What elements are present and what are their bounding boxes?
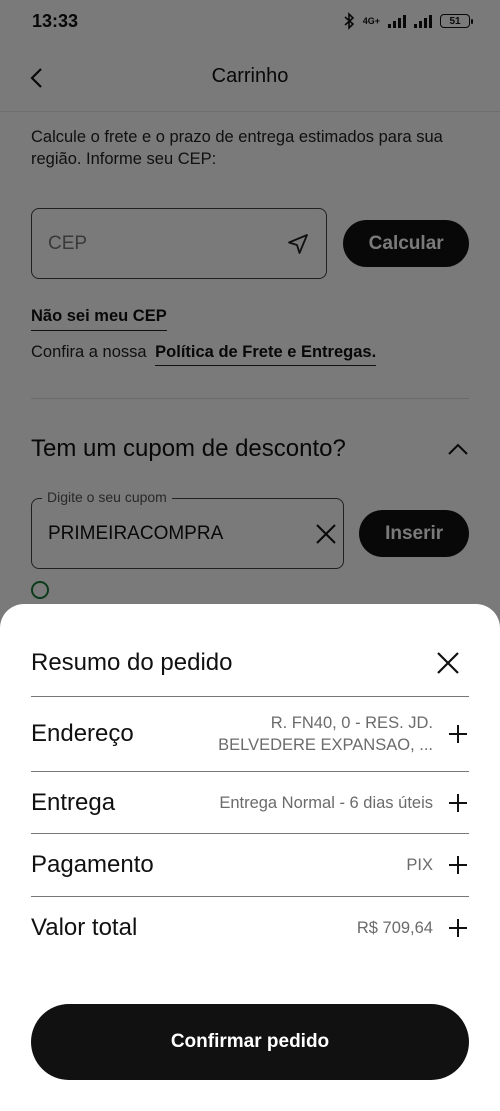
app-header: Carrinho <box>0 42 500 112</box>
back-button[interactable] <box>22 64 50 92</box>
cart-content: Calcule o frete e o prazo de entrega est… <box>0 112 500 599</box>
coupon-row: Digite o seu cupom PRIMEIRACOMPRA Inseri… <box>31 489 469 569</box>
close-icon <box>437 652 459 674</box>
bluetooth-icon <box>344 12 354 30</box>
policy-prefix: Confira a nossa <box>31 343 147 361</box>
summary-row-delivery[interactable]: Entrega Entrega Normal - 6 dias úteis <box>31 771 469 833</box>
policy-line: Confira a nossa Política de Frete e Entr… <box>31 343 469 366</box>
network-type-label: 4G+ <box>362 16 380 26</box>
cep-input[interactable]: CEP <box>31 208 328 279</box>
cep-row: CEP Calcular <box>31 208 469 279</box>
status-bar: 13:33 4G+ 51 <box>0 0 500 42</box>
total-label: Valor total <box>31 913 138 941</box>
delivery-label: Entrega <box>31 788 116 816</box>
address-value: R. FN40, 0 - RES. JD. BELVEDERE EXPANSAO… <box>218 712 433 756</box>
summary-row-total[interactable]: Valor total R$ 709,64 <box>31 896 469 958</box>
policy-link[interactable]: Política de Frete e Entregas. <box>155 343 377 366</box>
delivery-right: Entrega Normal - 6 dias úteis <box>219 792 469 814</box>
plus-icon[interactable] <box>447 854 469 876</box>
signal-icon-2 <box>414 14 432 28</box>
sheet-title: Resumo do pedido <box>31 649 233 676</box>
unknown-cep-link[interactable]: Não sei meu CEP <box>31 307 167 331</box>
signal-icon <box>388 14 406 28</box>
total-value: R$ 709,64 <box>356 918 433 937</box>
summary-list: Endereço R. FN40, 0 - RES. JD. BELVEDERE… <box>31 696 469 958</box>
screen: 13:33 4G+ 51 Carrinho Calcule o frete e … <box>0 0 500 1111</box>
coupon-value: PRIMEIRACOMPRA <box>48 522 224 544</box>
battery-level: 51 <box>449 15 461 27</box>
summary-row-address[interactable]: Endereço R. FN40, 0 - RES. JD. BELVEDERE… <box>31 696 469 771</box>
coupon-section-header[interactable]: Tem um cupom de desconto? <box>31 435 469 463</box>
address-line-2: BELVEDERE EXPANSAO, ... <box>218 736 433 754</box>
address-line-1: R. FN40, 0 - RES. JD. <box>270 714 433 732</box>
location-arrow-icon[interactable] <box>286 232 310 256</box>
cep-placeholder: CEP <box>48 232 88 254</box>
check-circle-icon <box>31 581 49 599</box>
confirm-order-button[interactable]: Confirmar pedido <box>31 1004 469 1080</box>
insert-coupon-button[interactable]: Inserir <box>359 510 469 557</box>
freight-description: Calcule o frete e o prazo de entrega est… <box>31 128 443 168</box>
coupon-heading: Tem um cupom de desconto? <box>31 435 346 462</box>
payment-value: PIX <box>406 856 433 874</box>
payment-label: Pagamento <box>31 851 154 878</box>
clear-icon[interactable] <box>313 521 339 547</box>
battery-icon: 51 <box>440 14 473 28</box>
total-right: R$ 709,64 <box>357 917 469 939</box>
address-label: Endereço <box>31 720 134 747</box>
close-button[interactable] <box>431 646 465 680</box>
summary-row-payment[interactable]: Pagamento PIX <box>31 833 469 896</box>
status-time: 13:33 <box>32 10 79 31</box>
chevron-left-icon <box>30 68 42 88</box>
divider <box>31 398 469 399</box>
delivery-value: Entrega Normal - 6 dias úteis <box>219 793 433 812</box>
plus-icon[interactable] <box>447 917 469 939</box>
status-icons: 4G+ 51 <box>343 12 473 30</box>
address-right: R. FN40, 0 - RES. JD. BELVEDERE EXPANSAO… <box>218 712 469 756</box>
calculate-button[interactable]: Calcular <box>343 220 469 267</box>
plus-icon[interactable] <box>447 792 469 814</box>
plus-icon[interactable] <box>447 723 469 745</box>
coupon-field-label: Digite o seu cupom <box>42 489 172 505</box>
page-title: Carrinho <box>211 65 289 87</box>
payment-right: PIX <box>406 854 469 876</box>
coupon-input[interactable]: Digite o seu cupom PRIMEIRACOMPRA <box>31 489 345 569</box>
chevron-up-icon[interactable] <box>447 442 469 456</box>
coupon-applied-notice <box>31 581 469 599</box>
order-summary-sheet: Resumo do pedido Endereço R. FN40, 0 - R… <box>0 604 500 1111</box>
